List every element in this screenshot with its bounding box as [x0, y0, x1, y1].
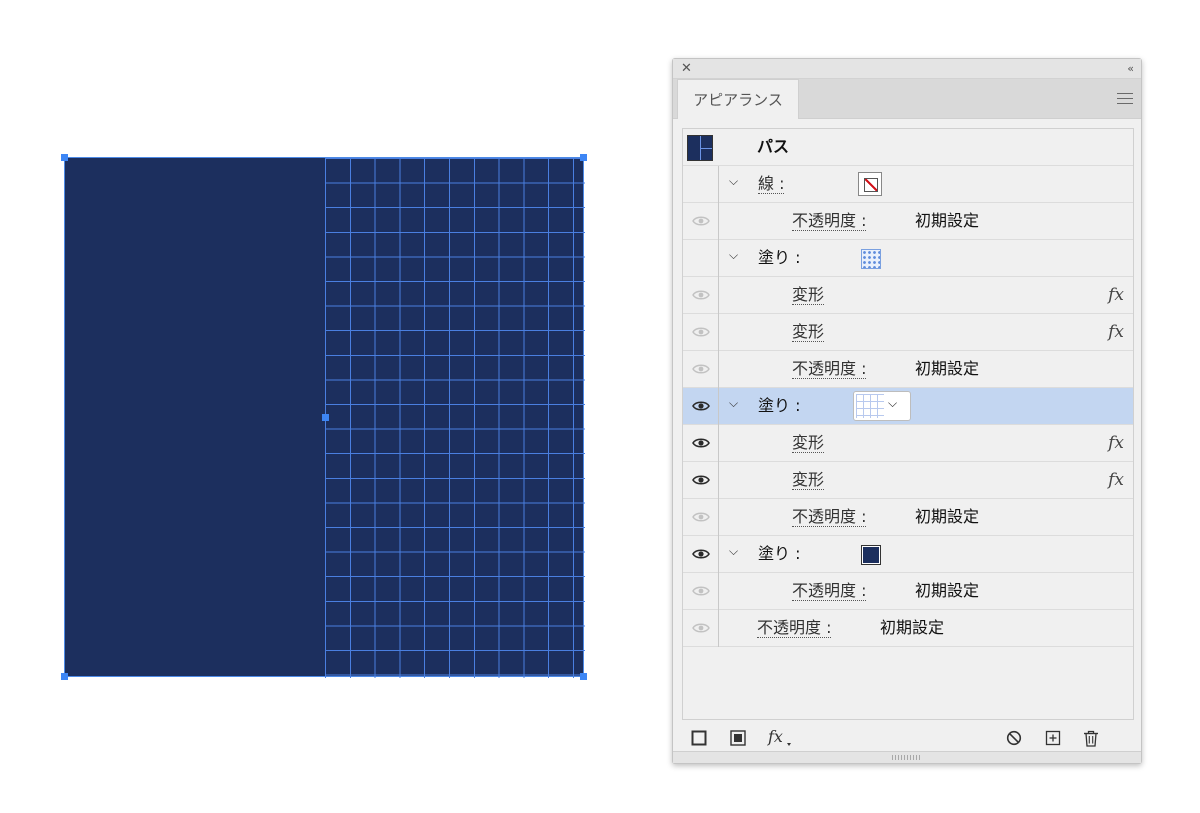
clear-appearance-icon[interactable] — [1006, 730, 1022, 746]
chevron-down-icon[interactable]: ⌵ — [729, 174, 738, 189]
chevron-down-icon[interactable]: ⌵ — [729, 396, 738, 411]
svg-text:fx: fx — [767, 728, 783, 746]
fx-icon[interactable]: fx — [1108, 433, 1124, 453]
panel-tabbar: アピアランス — [673, 79, 1141, 119]
artwork-grid-pattern — [325, 158, 585, 678]
opacity-value: 初期設定 — [915, 507, 980, 526]
visibility-toggle[interactable] — [683, 499, 719, 536]
opacity-label[interactable]: 不透明度 : — [792, 212, 867, 231]
row-effect-transform[interactable]: 変形 fx — [683, 425, 1133, 462]
fx-icon[interactable]: fx — [1108, 322, 1124, 342]
appearance-panel: ✕ ‹‹ アピアランス パス ⌵ 線 : 不透明度 : 初期設定 ⌵ 塗り: … — [672, 58, 1142, 764]
effect-label[interactable]: 変形 — [792, 434, 825, 453]
fill-swatch-dot-pattern[interactable] — [861, 249, 881, 269]
row-fill-opacity[interactable]: 不透明度 : 初期設定 — [683, 499, 1133, 536]
row-fill-navy[interactable]: ⌵ 塗り : — [683, 536, 1133, 573]
row-effect-transform[interactable]: 変形 fx — [683, 277, 1133, 314]
chevron-down-icon[interactable]: ⌵ — [729, 248, 738, 263]
visibility-toggle[interactable] — [683, 166, 719, 203]
visibility-toggle[interactable] — [683, 314, 719, 351]
row-fill-grid-selected[interactable]: ⌵ 塗り : ⌵ — [683, 388, 1133, 425]
chevron-down-icon[interactable]: ⌵ — [729, 544, 738, 559]
fx-icon[interactable]: fx — [1108, 470, 1124, 490]
fill-swatch-dropdown[interactable]: ⌵ — [853, 391, 911, 421]
row-stroke[interactable]: ⌵ 線 : — [683, 166, 1133, 203]
eye-icon — [692, 549, 710, 559]
row-effect-transform[interactable]: 変形 fx — [683, 314, 1133, 351]
row-fill-dots[interactable]: ⌵ 塗り : — [683, 240, 1133, 277]
row-stroke-opacity[interactable]: 不透明度 : 初期設定 — [683, 203, 1133, 240]
eye-icon — [692, 586, 710, 596]
fx-menu-icon[interactable]: fx — [767, 728, 793, 748]
row-object-opacity[interactable]: 不透明度 : 初期設定 — [683, 610, 1133, 647]
fill-label[interactable]: 塗り : — [758, 545, 800, 563]
visibility-toggle[interactable] — [683, 536, 719, 573]
collapse-icon[interactable]: ‹‹ — [1127, 61, 1134, 77]
visibility-toggle[interactable] — [683, 351, 719, 388]
add-stroke-icon[interactable] — [691, 730, 707, 746]
selection-handle-top-right[interactable] — [580, 154, 587, 161]
fill-label[interactable]: 塗り : — [758, 249, 800, 267]
panel-footer-toolbar: fx — [673, 724, 1141, 752]
selection-center-point[interactable] — [322, 414, 329, 421]
artwork-rectangle[interactable] — [61, 154, 587, 680]
row-path-header[interactable]: パス — [683, 129, 1133, 166]
visibility-toggle[interactable] — [683, 203, 719, 240]
eye-icon — [692, 512, 710, 522]
opacity-label[interactable]: 不透明度 : — [792, 360, 867, 379]
opacity-value: 初期設定 — [915, 359, 980, 378]
effect-label[interactable]: 変形 — [792, 471, 825, 490]
fill-label[interactable]: 塗り : — [758, 397, 800, 415]
panel-resize-grip[interactable] — [673, 751, 1141, 763]
eye-icon — [692, 290, 710, 300]
tab-appearance[interactable]: アピアランス — [677, 79, 799, 119]
panel-menu-icon[interactable] — [1117, 93, 1133, 105]
opacity-label[interactable]: 不透明度 : — [757, 619, 832, 638]
visibility-toggle[interactable] — [683, 462, 719, 499]
selection-handle-bottom-right[interactable] — [580, 673, 587, 680]
delete-item-icon[interactable] — [1083, 730, 1099, 747]
eye-icon — [692, 327, 710, 337]
opacity-label[interactable]: 不透明度 : — [792, 582, 867, 601]
fill-swatch-grid-pattern — [856, 394, 884, 418]
path-label: パス — [757, 137, 790, 156]
path-thumbnail — [687, 135, 713, 161]
visibility-toggle[interactable] — [683, 610, 719, 647]
effect-label[interactable]: 変形 — [792, 323, 825, 342]
close-icon[interactable]: ✕ — [681, 61, 692, 77]
effect-label[interactable]: 変形 — [792, 286, 825, 305]
selection-handle-top-left[interactable] — [61, 154, 68, 161]
eye-icon — [692, 438, 710, 448]
chevron-down-icon[interactable]: ⌵ — [888, 396, 897, 411]
opacity-value: 初期設定 — [915, 211, 980, 230]
opacity-value: 初期設定 — [915, 581, 980, 600]
stroke-swatch-none[interactable] — [858, 172, 882, 196]
stroke-label[interactable]: 線 : — [758, 175, 785, 194]
selection-handle-bottom-left[interactable] — [61, 673, 68, 680]
fx-icon[interactable]: fx — [1108, 285, 1124, 305]
appearance-list: パス ⌵ 線 : 不透明度 : 初期設定 ⌵ 塗り : 変形 fx 変形 fx … — [682, 128, 1134, 720]
add-fill-icon[interactable] — [730, 730, 746, 746]
eye-icon — [692, 401, 710, 411]
visibility-toggle[interactable] — [683, 240, 719, 277]
opacity-value: 初期設定 — [880, 618, 945, 637]
row-fill-opacity[interactable]: 不透明度 : 初期設定 — [683, 573, 1133, 610]
eye-icon — [692, 475, 710, 485]
eye-icon — [692, 364, 710, 374]
duplicate-item-icon[interactable] — [1045, 730, 1061, 746]
eye-icon — [692, 216, 710, 226]
opacity-label[interactable]: 不透明度 : — [792, 508, 867, 527]
visibility-toggle[interactable] — [683, 388, 719, 425]
visibility-toggle[interactable] — [683, 425, 719, 462]
visibility-toggle[interactable] — [683, 277, 719, 314]
row-effect-transform[interactable]: 変形 fx — [683, 462, 1133, 499]
panel-titlebar: ✕ ‹‹ — [673, 59, 1141, 79]
row-fill-opacity[interactable]: 不透明度 : 初期設定 — [683, 351, 1133, 388]
visibility-toggle[interactable] — [683, 573, 719, 610]
fill-swatch-navy[interactable] — [861, 545, 881, 565]
eye-icon — [692, 623, 710, 633]
